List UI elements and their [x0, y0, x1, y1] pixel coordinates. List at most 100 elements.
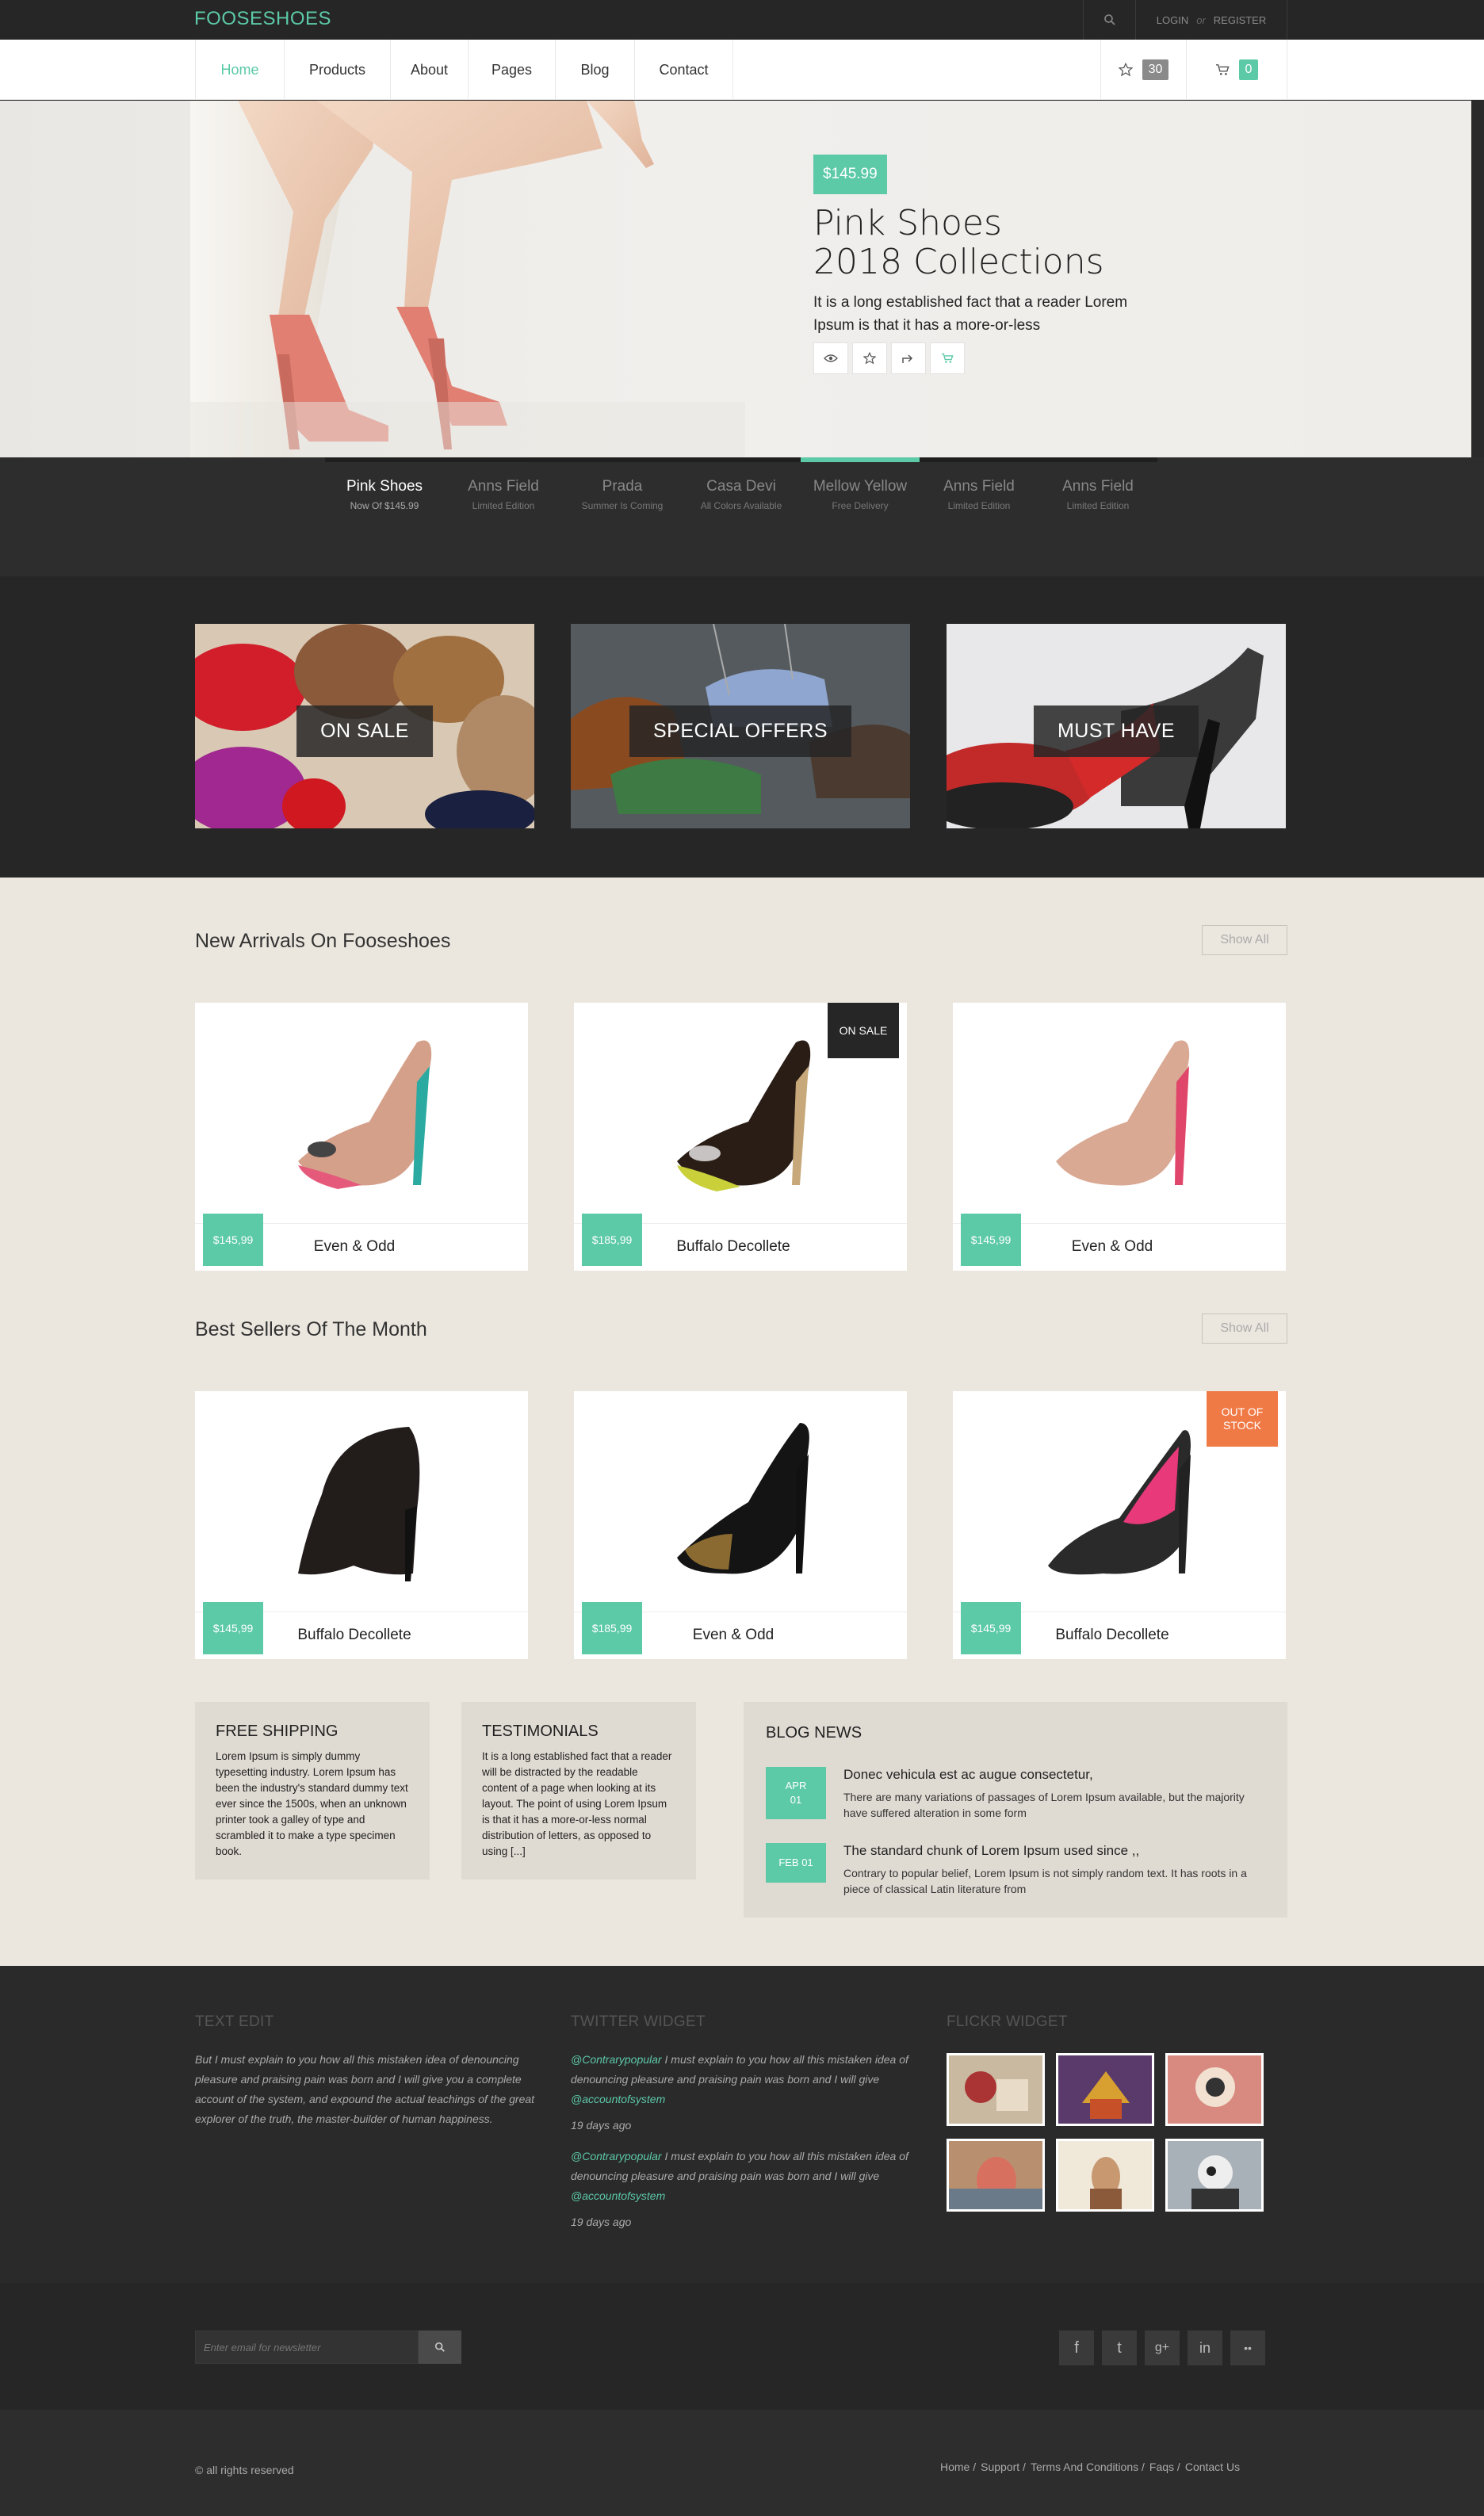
- share-icon: [902, 354, 913, 363]
- login-link[interactable]: LOGIN: [1157, 14, 1188, 26]
- flickr-thumb[interactable]: [947, 2139, 1045, 2212]
- testimonials-widget: TESTIMONIALS It is a long established fa…: [461, 1702, 696, 1879]
- tweet-time: 19 days ago: [571, 2119, 632, 2132]
- google-plus-icon[interactable]: g+: [1145, 2331, 1180, 2365]
- product-image: [677, 1423, 809, 1574]
- blog-post-text: There are many variations of passages of…: [843, 1791, 1245, 1819]
- flickr-widget: FLICKR WIDGET: [947, 2013, 1287, 2212]
- newsletter-submit-button[interactable]: [419, 2331, 461, 2364]
- nav-products[interactable]: Products: [285, 40, 391, 100]
- blog-news-widget: BLOG NEWS APR 01 Donec vehicula est ac au…: [744, 1702, 1287, 1918]
- slider-tab-7[interactable]: Anns Field Limited Edition: [1038, 457, 1157, 537]
- tweet-time: 19 days ago: [571, 2216, 632, 2228]
- product-name[interactable]: Buffalo Decollete: [263, 1612, 446, 1659]
- nav-home[interactable]: Home: [196, 40, 285, 100]
- nav-about[interactable]: About: [391, 40, 469, 100]
- or-text: or: [1196, 13, 1206, 26]
- add-to-wishlist-button[interactable]: [852, 342, 887, 374]
- slider-tab-3[interactable]: Prada Summer Is Coming: [563, 457, 682, 537]
- register-link[interactable]: REGISTER: [1214, 14, 1266, 26]
- product-image: [1056, 1040, 1190, 1186]
- hero-edge: [1471, 101, 1484, 457]
- flickr-icon[interactable]: ••: [1230, 2331, 1265, 2365]
- product-card[interactable]: ON SALE $185,99 Buffalo Decollete: [574, 1003, 907, 1271]
- product-card[interactable]: $145,99 Even & Odd: [195, 1003, 528, 1271]
- twitter-icon[interactable]: t: [1102, 2331, 1137, 2365]
- hero-banner: $145.99 Pink Shoes 2018 Collections It i…: [0, 101, 1471, 457]
- footer-links: Home / Support / Terms And Conditions / …: [940, 2461, 1240, 2473]
- product-card[interactable]: OUT OF STOCK $145,99 Buffalo Decollete: [953, 1391, 1286, 1659]
- text-edit-widget: TEXT EDIT But I must explain to you how …: [195, 2013, 536, 2129]
- footer-link-faqs[interactable]: Faqs /: [1149, 2461, 1180, 2473]
- best-sellers-show-all-button[interactable]: Show All: [1202, 1313, 1287, 1344]
- logo[interactable]: FOOSESHOES: [194, 8, 331, 30]
- share-button[interactable]: [891, 342, 926, 374]
- slider-tab-6[interactable]: Anns Field Limited Edition: [920, 457, 1038, 537]
- star-icon: [863, 352, 876, 365]
- tweet-mention-link[interactable]: @accountofsystem: [571, 2189, 665, 2202]
- free-shipping-widget: FREE SHIPPING Lorem Ipsum is simply dumm…: [195, 1702, 430, 1879]
- nav-blog[interactable]: Blog: [556, 40, 635, 100]
- testimonials-title: TESTIMONIALS: [482, 1723, 599, 1740]
- on-sale-ribbon: ON SALE: [828, 1003, 899, 1058]
- hero-shoe-legs-image: [190, 101, 745, 457]
- flickr-thumb[interactable]: [1165, 2139, 1264, 2212]
- flickr-thumb[interactable]: [1056, 2053, 1154, 2126]
- product-name[interactable]: Buffalo Decollete: [1021, 1612, 1203, 1659]
- new-arrivals-show-all-button[interactable]: Show All: [1202, 925, 1287, 955]
- blog-post-date: APR 01: [766, 1767, 826, 1819]
- footer-link-support[interactable]: Support /: [981, 2461, 1026, 2473]
- nav-pages[interactable]: Pages: [469, 40, 556, 100]
- product-card[interactable]: $145,99 Even & Odd: [953, 1003, 1286, 1271]
- tweet-mention-link[interactable]: @accountofsystem: [571, 2093, 665, 2105]
- product-name[interactable]: Buffalo Decollete: [642, 1223, 824, 1271]
- new-arrivals-title: New Arrivals On Fooseshoes: [195, 930, 451, 952]
- category-must-have[interactable]: MUST HAVE: [947, 624, 1286, 828]
- product-name[interactable]: Even & Odd: [1021, 1223, 1203, 1271]
- hero-description: It is a long established fact that a rea…: [813, 294, 1128, 334]
- category-special-offers[interactable]: SPECIAL OFFERS: [571, 624, 910, 828]
- slider-tab-2[interactable]: Anns Field Limited Edition: [444, 457, 563, 537]
- newsletter-email-input[interactable]: [195, 2331, 419, 2364]
- cart-icon: [942, 353, 954, 363]
- footer-link-home[interactable]: Home /: [940, 2461, 976, 2473]
- nav-contact[interactable]: Contact: [635, 40, 733, 100]
- category-on-sale[interactable]: ON SALE: [195, 624, 534, 828]
- flickr-thumb[interactable]: [947, 2053, 1045, 2126]
- product-price: $145,99: [203, 1214, 263, 1266]
- product-card[interactable]: $185,99 Even & Odd: [574, 1391, 907, 1659]
- flickr-thumb[interactable]: [1056, 2139, 1154, 2212]
- footer-link-contact[interactable]: Contact Us: [1185, 2461, 1240, 2473]
- quick-view-button[interactable]: [813, 342, 848, 374]
- out-of-stock-ribbon: OUT OF STOCK: [1207, 1391, 1278, 1447]
- flickr-thumb[interactable]: [1165, 2053, 1264, 2126]
- slider-tab-5[interactable]: Mellow Yellow Free Delivery: [801, 457, 920, 537]
- blog-post-title[interactable]: Donec vehicula est ac augue consectetur,: [843, 1767, 1256, 1783]
- product-card[interactable]: $145,99 Buffalo Decollete: [195, 1391, 528, 1659]
- product-image: [298, 1427, 420, 1581]
- tweet-user-link[interactable]: @Contrarypopular: [571, 2150, 662, 2162]
- product-price: $185,99: [582, 1214, 642, 1266]
- slider-tab-1[interactable]: Pink Shoes Now Of $145.99: [325, 457, 444, 537]
- product-price: $145,99: [961, 1602, 1021, 1654]
- product-name[interactable]: Even & Odd: [263, 1223, 446, 1271]
- footer-link-terms[interactable]: Terms And Conditions /: [1031, 2461, 1145, 2473]
- slider-tab-4[interactable]: Casa Devi All Colors Available: [682, 457, 801, 537]
- tweet: @Contrarypopular I must explain to you h…: [571, 2053, 908, 2105]
- cart-count: 0: [1238, 59, 1259, 80]
- linkedin-icon[interactable]: in: [1188, 2331, 1222, 2365]
- wishlist-button[interactable]: 30: [1100, 40, 1186, 100]
- cart-button[interactable]: 0: [1186, 40, 1287, 100]
- search-button[interactable]: [1083, 0, 1135, 40]
- search-icon: [1103, 14, 1115, 25]
- hero-actions: [813, 342, 965, 374]
- product-name[interactable]: Even & Odd: [642, 1612, 824, 1659]
- top-bar: FOOSESHOES LOGIN or REGISTER: [0, 0, 1484, 40]
- add-to-cart-button[interactable]: [930, 342, 965, 374]
- tweet-user-link[interactable]: @Contrarypopular: [571, 2053, 662, 2066]
- search-icon: [434, 2342, 445, 2352]
- blog-post-title[interactable]: The standard chunk of Lorem Ipsum used s…: [843, 1843, 1256, 1859]
- facebook-icon[interactable]: f: [1059, 2331, 1094, 2365]
- must-have-label: MUST HAVE: [1033, 705, 1199, 757]
- blog-post-date: FEB 01: [766, 1843, 826, 1883]
